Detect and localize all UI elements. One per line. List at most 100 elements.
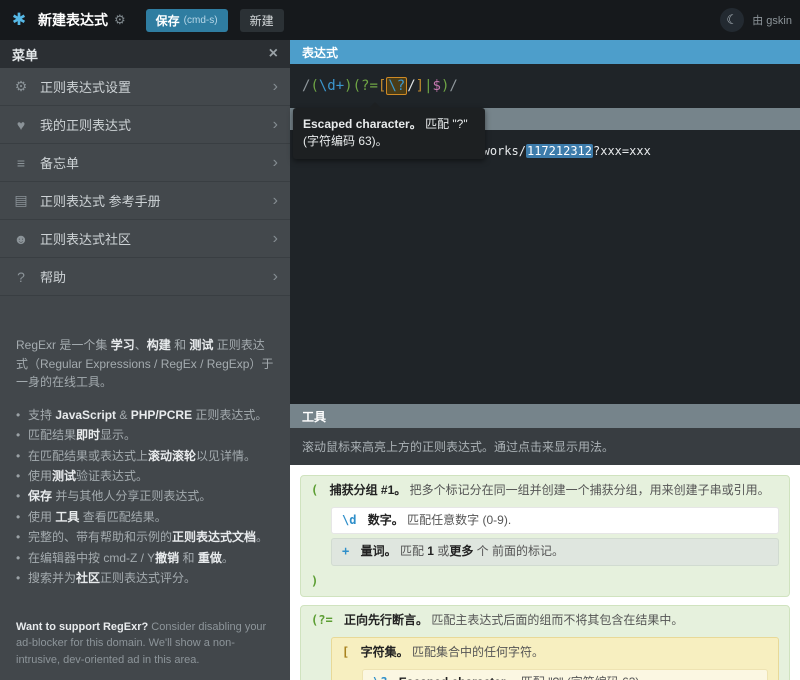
bracket-token: [ bbox=[342, 645, 349, 659]
token-tooltip: Escaped character。 匹配 "?" (字符编码 63)。 bbox=[293, 108, 485, 159]
test-text-input[interactable]: https://www.pixiv.net/artworks/117212312… bbox=[290, 130, 800, 404]
explain-title: Escaped character。 bbox=[399, 675, 518, 680]
explain-title: 正向先行断言。 bbox=[344, 613, 428, 627]
regex-token[interactable]: [ bbox=[378, 78, 386, 94]
sidebar-item-community[interactable]: ☻正则表达式社区› bbox=[0, 220, 290, 258]
book-icon: ▤ bbox=[12, 192, 30, 209]
feature-item: 保存 并与其他人分享正则表达式。 bbox=[16, 488, 274, 505]
close-icon[interactable]: × bbox=[269, 45, 278, 63]
save-button[interactable]: 保存 (cmd-s) bbox=[146, 9, 228, 32]
regex-token[interactable]: / bbox=[407, 78, 415, 94]
menu-header: 菜单 × bbox=[0, 40, 290, 68]
top-right-controls: ☾ 由 gskin bbox=[720, 8, 792, 32]
tools-hint-text: 滚动鼠标来高亮上方的正则表达式。通过点击来显示用法。 bbox=[290, 428, 800, 465]
cheatsheet-icon: ≡ bbox=[12, 155, 30, 171]
gear-icon: ⚙ bbox=[12, 78, 30, 95]
sidebar-item-label: 我的正则表达式 bbox=[40, 115, 131, 134]
chevron-right-icon: › bbox=[273, 154, 278, 172]
chevron-right-icon: › bbox=[273, 78, 278, 96]
community-icon: ☻ bbox=[12, 231, 30, 247]
heart-icon: ♥ bbox=[12, 117, 30, 133]
feature-item: 匹配结果即时显示。 bbox=[16, 427, 274, 444]
menu-title: 菜单 bbox=[12, 45, 38, 64]
chevron-right-icon: › bbox=[273, 268, 278, 286]
explain-title: 字符集。 bbox=[361, 645, 409, 659]
explain-row-charset[interactable]: [ 字符集。 匹配集合中的任何字符。 bbox=[332, 641, 778, 665]
digit-token: \d bbox=[342, 513, 356, 527]
chevron-right-icon: › bbox=[273, 192, 278, 210]
ad-support-note: Want to support RegExr? Consider disabli… bbox=[0, 619, 290, 680]
features-list: 支持 JavaScript & PHP/PCRE 正则表达式。匹配结果即时显示。… bbox=[0, 404, 290, 591]
explain-group-capture: ( 捕获分组 #1。 把多个标记分在同一组并创建一个捕获分组，用来创建子串或引用… bbox=[300, 475, 790, 597]
explain-title: 数字。 bbox=[368, 513, 404, 527]
explain-row-group-close[interactable]: ) bbox=[301, 570, 789, 594]
charset-children: \? Escaped character。 匹配 "?" (字符编码 63)。 bbox=[362, 669, 768, 680]
feature-item: 使用 工具 查看匹配结果。 bbox=[16, 509, 274, 526]
intro-text: RegExr 是一个集 学习、构建 和 测试 正则表达式（Regular Exp… bbox=[0, 336, 290, 392]
regex-token[interactable]: + bbox=[336, 78, 344, 94]
feature-item: 完整的、带有帮助和示例的正则表达式文档。 bbox=[16, 529, 274, 546]
top-bar: ✱ 新建表达式 ⚙ 保存 (cmd-s) 新建 ☾ 由 gskin bbox=[0, 0, 800, 40]
tools-panel-title: 工具 bbox=[302, 408, 326, 425]
regex-token[interactable]: (?= bbox=[353, 78, 378, 94]
sidebar-item-label: 备忘单 bbox=[40, 153, 79, 172]
regex-token[interactable]: / bbox=[302, 78, 310, 94]
plus-token: + bbox=[342, 544, 349, 558]
expression-input[interactable]: /(\d+)(?=[\?/]|$)/ bbox=[290, 64, 800, 108]
document-title: 新建表达式 bbox=[38, 10, 108, 30]
explain-group-lookahead: (?= 正向先行断言。 匹配主表达式后面的组而不将其包含在结果中。 [ 字符集。… bbox=[300, 605, 790, 680]
explain-title: 量词。 bbox=[361, 544, 397, 558]
feature-item: 在编辑器中按 cmd-Z / Y撤销 和 重做。 bbox=[16, 550, 274, 567]
regex-token[interactable]: | bbox=[424, 78, 432, 94]
explain-desc: 匹配 "?" (字符编码 63)。 bbox=[521, 675, 652, 680]
sidebar-spacer bbox=[0, 590, 290, 618]
explain-row-escaped-char[interactable]: \? Escaped character。 匹配 "?" (字符编码 63)。 bbox=[362, 669, 768, 680]
explain-desc: 匹配主表达式后面的组而不将其包含在结果中。 bbox=[431, 613, 683, 627]
explain-panel: ( 捕获分组 #1。 把多个标记分在同一组并创建一个捕获分组，用来创建子串或引用… bbox=[290, 465, 800, 680]
moon-icon: ☾ bbox=[726, 12, 738, 28]
regex-token[interactable]: \? bbox=[386, 77, 407, 95]
regex-token[interactable]: ) bbox=[344, 78, 352, 94]
explain-row-digit[interactable]: \d 数字。 匹配任意数字 (0-9). bbox=[331, 507, 779, 535]
explain-charset-block: [ 字符集。 匹配集合中的任何字符。 \? Escaped character。… bbox=[331, 637, 779, 680]
escaped-question-token: \? bbox=[373, 675, 387, 680]
account-label[interactable]: 由 gskin bbox=[752, 12, 792, 28]
regex-token[interactable]: / bbox=[449, 78, 457, 94]
sidebar-item-help[interactable]: ?帮助› bbox=[0, 258, 290, 296]
tools-panel-header[interactable]: 工具 bbox=[290, 404, 800, 428]
group-children: \d 数字。 匹配任意数字 (0-9). + 量词。 匹配 1 或更多 个 前面… bbox=[331, 507, 779, 566]
sidebar-item-label: 正则表达式设置 bbox=[40, 77, 131, 96]
explain-desc: 把多个标记分在同一组并创建一个捕获分组，用来创建子串或引用。 bbox=[410, 483, 770, 497]
explain-row-quantifier[interactable]: + 量词。 匹配 1 或更多 个 前面的标记。 bbox=[331, 538, 779, 566]
regex-token[interactable]: $ bbox=[433, 78, 441, 94]
regex-token[interactable]: ] bbox=[416, 78, 424, 94]
explain-row-group-open[interactable]: ( 捕获分组 #1。 把多个标记分在同一组并创建一个捕获分组，用来创建子串或引用… bbox=[301, 479, 789, 503]
regex-token[interactable]: \d bbox=[319, 78, 336, 94]
feature-item: 使用测试验证表达式。 bbox=[16, 468, 274, 485]
dark-mode-toggle[interactable]: ☾ bbox=[720, 8, 744, 32]
open-paren-token: ( bbox=[311, 483, 318, 497]
explain-row-lookahead[interactable]: (?= 正向先行断言。 匹配主表达式后面的组而不将其包含在结果中。 bbox=[301, 609, 789, 633]
sidebar-item-favorites[interactable]: ♥ 我的正则表达式 › bbox=[0, 106, 290, 144]
chevron-right-icon: › bbox=[273, 116, 278, 134]
sidebar: 菜单 × ⚙正则表达式设置›♥我的正则表达式›≡备忘单›▤正则表达式 参考手册›… bbox=[0, 40, 290, 680]
new-button[interactable]: 新建 bbox=[240, 9, 284, 32]
save-shortcut-hint: (cmd-s) bbox=[184, 15, 218, 26]
title-gear-icon[interactable]: ⚙ bbox=[114, 12, 126, 28]
explain-desc: 匹配集合中的任何字符。 bbox=[412, 645, 544, 659]
lookahead-token: (?= bbox=[311, 613, 333, 627]
match-highlight[interactable]: 117212312 bbox=[526, 144, 593, 158]
main-panel: 表达式 /(\d+)(?=[\?/]|$)/ Escaped character… bbox=[290, 40, 800, 680]
sidebar-item-cheatsheet[interactable]: ≡ 备忘单 › bbox=[0, 144, 290, 182]
sidebar-menu: ⚙正则表达式设置›♥我的正则表达式›≡备忘单›▤正则表达式 参考手册›☻正则表达… bbox=[0, 68, 290, 296]
feature-item: 搜索并为社区正则表达式评分。 bbox=[16, 570, 274, 587]
expression-panel-header: 表达式 bbox=[290, 40, 800, 64]
explain-desc: 匹配 1 或更多 个 前面的标记。 bbox=[400, 544, 564, 558]
main-layout: 菜单 × ⚙正则表达式设置›♥我的正则表达式›≡备忘单›▤正则表达式 参考手册›… bbox=[0, 40, 800, 680]
sidebar-item-settings[interactable]: ⚙ 正则表达式设置 › bbox=[0, 68, 290, 106]
regex-token[interactable]: ) bbox=[441, 78, 449, 94]
regex-token[interactable]: ( bbox=[310, 78, 318, 94]
save-button-label: 保存 bbox=[156, 12, 180, 29]
explain-desc: 匹配任意数字 (0-9). bbox=[407, 513, 511, 527]
sidebar-item-reference[interactable]: ▤正则表达式 参考手册› bbox=[0, 182, 290, 220]
